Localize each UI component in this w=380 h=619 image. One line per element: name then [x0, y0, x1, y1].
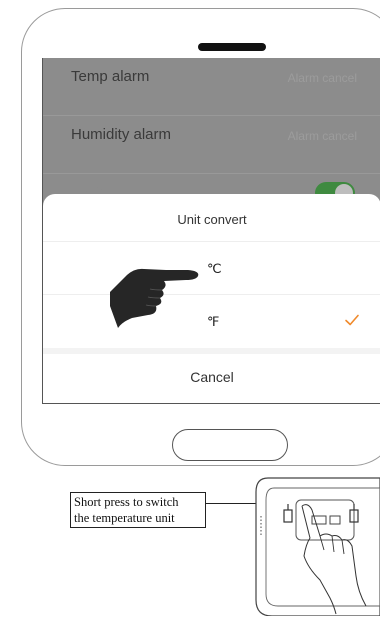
- earpiece-speaker: [198, 43, 266, 51]
- callout-line-1: Short press to switch: [74, 495, 179, 509]
- option-fahrenheit[interactable]: ℉: [43, 295, 380, 347]
- settings-row-temp-alarm[interactable]: Temp alarm Alarm cancel: [43, 58, 380, 116]
- annotation-callout: Short press to switch the temperature un…: [70, 492, 206, 528]
- callout-line-2: the temperature unit: [74, 511, 175, 525]
- thermometer-device-illustration: [255, 477, 380, 616]
- settings-row-humidity-alarm[interactable]: Humidity alarm Alarm cancel: [43, 116, 380, 174]
- humidity-alarm-label: Humidity alarm: [71, 126, 172, 143]
- cancel-button[interactable]: Cancel: [43, 354, 380, 403]
- option-celsius-label: ℃: [207, 261, 222, 276]
- option-celsius[interactable]: ℃: [43, 242, 380, 294]
- home-button[interactable]: [172, 429, 288, 461]
- option-fahrenheit-label: ℉: [207, 314, 220, 329]
- humidity-alarm-value: Alarm cancel: [287, 129, 357, 143]
- pointing-hand-icon: [110, 268, 199, 328]
- temp-alarm-value: Alarm cancel: [287, 71, 357, 85]
- unit-convert-dialog: Unit convert ℃ ℉ Cancel: [43, 194, 380, 403]
- checkmark-icon: [345, 314, 359, 326]
- dialog-title: Unit convert: [177, 212, 247, 227]
- app-screen: Temp alarm Alarm cancel Humidity alarm A…: [42, 58, 380, 404]
- temp-alarm-label: Temp alarm: [71, 68, 150, 85]
